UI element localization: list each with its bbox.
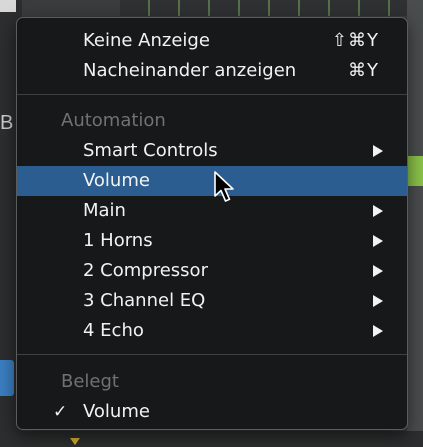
- menu-item-label: Keine Anzeige: [83, 30, 210, 51]
- menu-item-1-horns[interactable]: 1 Horns: [17, 226, 407, 256]
- menu-item-keine-anzeige[interactable]: Keine Anzeige ⇧⌘Y: [17, 26, 407, 56]
- menu-item-label: Volume: [83, 401, 150, 422]
- background-left-letter: B: [0, 112, 14, 134]
- menu-item-shortcut: ⌘Y: [348, 60, 379, 81]
- mouse-pointer-icon: [214, 171, 234, 202]
- menu-item-smart-controls[interactable]: Smart Controls: [17, 136, 407, 166]
- menu-item-label: Smart Controls: [83, 140, 218, 161]
- section-header-automation: Automation: [61, 110, 166, 131]
- submenu-arrow-icon: [373, 235, 383, 247]
- menu-item-label: 2 Compressor: [83, 260, 208, 281]
- background-bottom-bar: [0, 431, 423, 447]
- checkmark-icon: ✓: [53, 402, 68, 422]
- menu-item-label: 3 Channel EQ: [83, 290, 206, 311]
- menu-item-volume[interactable]: Volume: [17, 166, 407, 196]
- submenu-arrow-icon: [373, 295, 383, 307]
- menu-separator: [17, 94, 407, 95]
- menu-item-nacheinander-anzeigen[interactable]: Nacheinander anzeigen ⌘Y: [17, 56, 407, 86]
- submenu-arrow-icon: [373, 265, 383, 277]
- section-header-belegt: Belegt: [61, 371, 119, 392]
- menu-item-label: Main: [83, 200, 126, 221]
- background-right-green-region: [407, 156, 423, 186]
- background-timeline-grid: [120, 0, 420, 16]
- submenu-arrow-icon: [373, 205, 383, 217]
- background-playhead-marker: [70, 438, 80, 445]
- submenu-arrow-icon: [373, 145, 383, 157]
- menu-item-2-compressor[interactable]: 2 Compressor: [17, 256, 407, 286]
- menu-item-3-channel-eq[interactable]: 3 Channel EQ: [17, 286, 407, 316]
- background-left-blue-button: [0, 360, 14, 396]
- menu-item-label: 4 Echo: [83, 320, 144, 341]
- menu-item-label: Nacheinander anzeigen: [83, 60, 297, 81]
- background-top-left-tab: [0, 0, 16, 12]
- menu-item-4-echo[interactable]: 4 Echo: [17, 316, 407, 346]
- background-right-panel: [407, 0, 423, 447]
- menu-item-label: 1 Horns: [83, 230, 153, 251]
- menu-separator: [17, 354, 407, 355]
- menu-item-shortcut: ⇧⌘Y: [331, 30, 379, 51]
- automation-context-menu: Keine Anzeige ⇧⌘Y Nacheinander anzeigen …: [16, 17, 408, 430]
- submenu-arrow-icon: [373, 325, 383, 337]
- menu-item-label: Volume: [83, 170, 150, 191]
- menu-item-belegt-volume[interactable]: ✓ Volume: [17, 397, 407, 427]
- menu-item-main[interactable]: Main: [17, 196, 407, 226]
